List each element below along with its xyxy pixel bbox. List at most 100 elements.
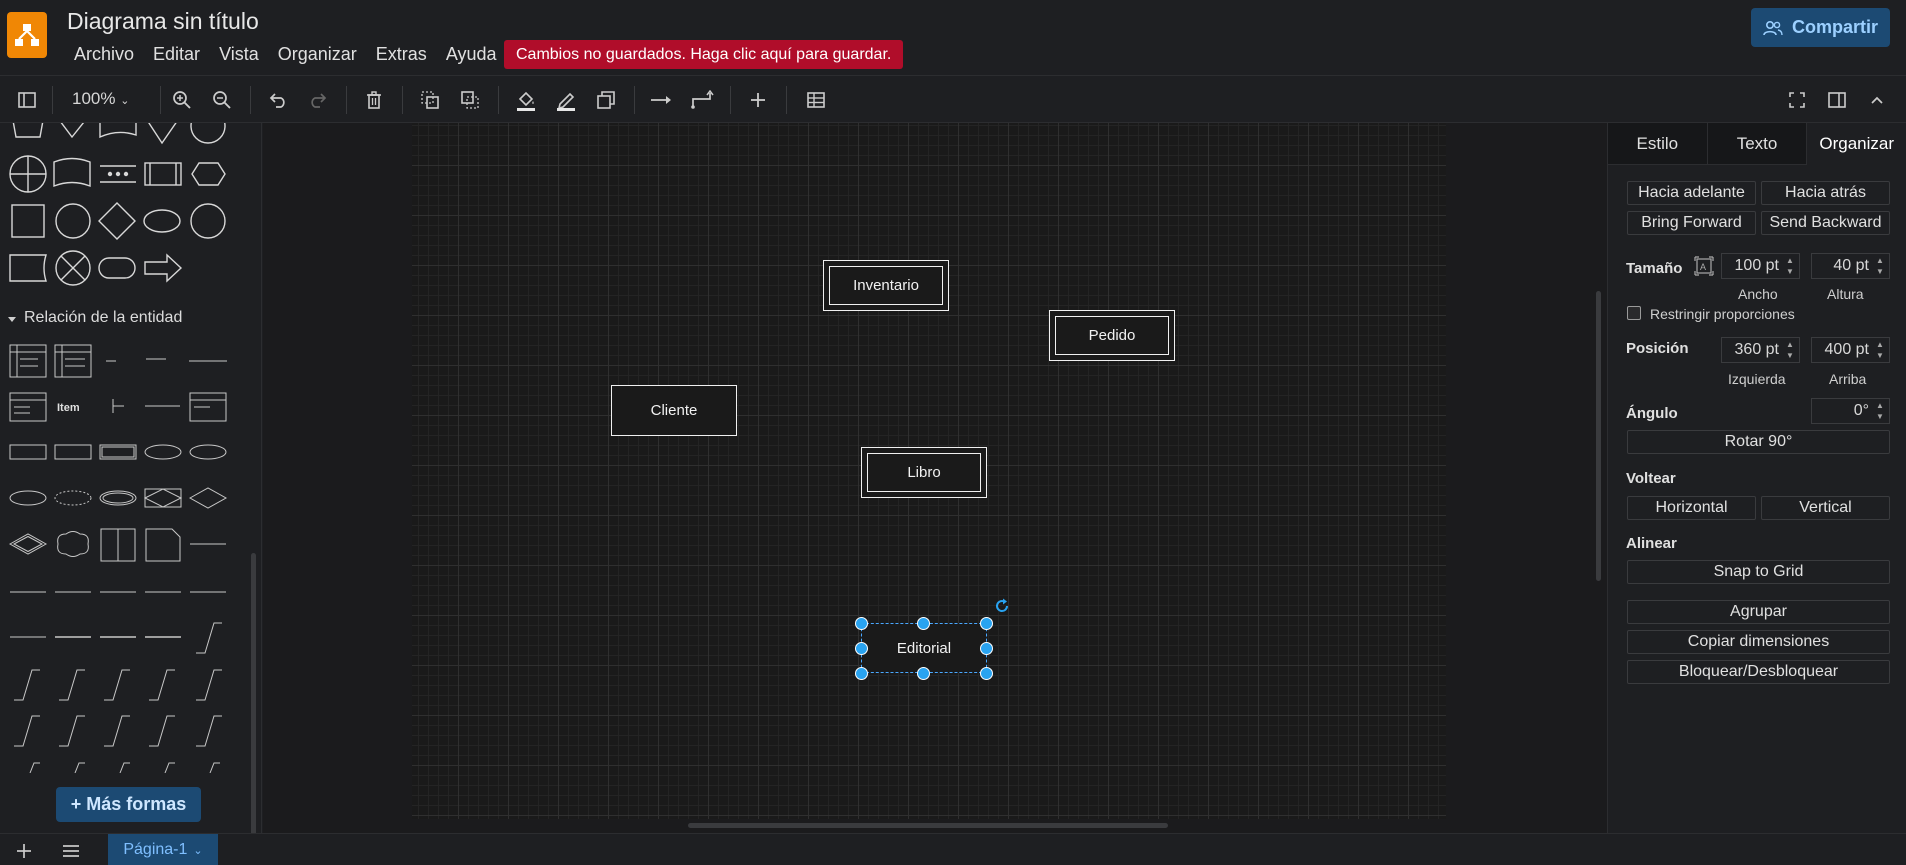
- tab-estilo[interactable]: Estilo: [1608, 123, 1708, 165]
- trapezoid-shape-icon[interactable]: [12, 123, 44, 138]
- rotate-handle-icon[interactable]: [993, 597, 1011, 615]
- table-button[interactable]: [801, 85, 831, 115]
- diamond-shape-icon[interactable]: [98, 202, 136, 240]
- rotate-90-button[interactable]: Rotar 90°: [1627, 430, 1890, 454]
- share-button[interactable]: Compartir: [1751, 8, 1890, 47]
- snap-to-grid-button[interactable]: Snap to Grid: [1627, 560, 1890, 584]
- send-backward-button[interactable]: Send Backward: [1761, 211, 1890, 235]
- menu-editar[interactable]: Editar: [153, 44, 200, 65]
- chevron-down-icon[interactable]: ⌄: [193, 844, 202, 857]
- to-back-button[interactable]: [455, 85, 485, 115]
- connection-style-button[interactable]: [647, 85, 677, 115]
- tab-organizar[interactable]: Organizar: [1807, 123, 1906, 165]
- resize-handle-e[interactable]: [980, 642, 993, 655]
- zoom-in-button[interactable]: [167, 85, 197, 115]
- er-attribute-icon[interactable]: [144, 444, 182, 460]
- flip-horizontal-button[interactable]: Horizontal: [1627, 496, 1756, 520]
- triangle-shape-icon[interactable]: [57, 123, 88, 139]
- er-attribute-icon-2[interactable]: [189, 444, 227, 460]
- er-table-icon[interactable]: [9, 344, 47, 378]
- er-relation-lines[interactable]: [10, 591, 226, 773]
- to-back-panel-button[interactable]: Hacia atrás: [1761, 181, 1890, 205]
- constrain-proportions-checkbox[interactable]: [1627, 306, 1641, 320]
- left-input[interactable]: 360 pt ▲ ▼: [1721, 337, 1800, 363]
- height-input[interactable]: 40 pt ▲ ▼: [1811, 253, 1890, 279]
- sidebar-scrollbar[interactable]: [251, 553, 256, 833]
- drawio-logo[interactable]: [7, 12, 47, 58]
- hexagon-shape-icon[interactable]: [191, 162, 226, 186]
- top-input[interactable]: 400 pt ▲ ▼: [1811, 337, 1890, 363]
- resize-handle-n[interactable]: [917, 617, 930, 630]
- resize-handle-s[interactable]: [917, 667, 930, 680]
- insert-button[interactable]: [743, 85, 773, 115]
- er-attribute-icon-3[interactable]: [9, 490, 47, 506]
- er-note-icon[interactable]: [145, 528, 181, 562]
- er-entity-small-icon[interactable]: [9, 444, 47, 460]
- er-cloud-icon[interactable]: [57, 531, 89, 557]
- er-associative-entity-icon[interactable]: [144, 488, 182, 508]
- document-title[interactable]: Diagrama sin título: [67, 8, 259, 35]
- redo-button[interactable]: [303, 85, 333, 115]
- entity-libro[interactable]: Libro: [861, 447, 987, 498]
- autosize-icon[interactable]: A: [1694, 256, 1714, 276]
- bring-forward-button[interactable]: Bring Forward: [1627, 211, 1756, 235]
- flip-vertical-button[interactable]: Vertical: [1761, 496, 1890, 520]
- arrow-shape-icon[interactable]: [144, 253, 183, 283]
- resize-handle-w[interactable]: [855, 642, 868, 655]
- more-shapes-button[interactable]: + Más formas: [56, 787, 201, 822]
- er-relationship-icon[interactable]: [188, 487, 228, 509]
- circle-shape-icon-3[interactable]: [190, 203, 226, 239]
- format-panel-toggle[interactable]: [12, 85, 42, 115]
- delete-button[interactable]: [359, 85, 389, 115]
- pages-menu-icon[interactable]: [62, 844, 80, 858]
- ellipse-shape-icon[interactable]: [143, 209, 181, 233]
- copy-size-button[interactable]: Copiar dimensiones: [1627, 630, 1890, 654]
- diagram-page[interactable]: Inventario Pedido Cliente Libro Editoria…: [412, 123, 1446, 819]
- unsaved-changes-banner[interactable]: Cambios no guardados. Haga clic aquí par…: [504, 40, 904, 69]
- menu-ayuda[interactable]: Ayuda: [446, 44, 497, 65]
- merge-shape-icon[interactable]: [145, 123, 180, 145]
- stored-data-shape-icon[interactable]: [9, 254, 47, 282]
- top-stepper-arrows[interactable]: ▲ ▼: [1873, 339, 1887, 361]
- waypoints-button[interactable]: [687, 85, 717, 115]
- left-stepper-arrows[interactable]: ▲ ▼: [1783, 339, 1797, 361]
- angle-input[interactable]: 0° ▲ ▼: [1811, 398, 1890, 424]
- width-stepper-arrows[interactable]: ▲ ▼: [1783, 255, 1797, 277]
- resize-handle-ne[interactable]: [980, 617, 993, 630]
- terminator-shape-icon[interactable]: [98, 257, 136, 279]
- menu-archivo[interactable]: Archivo: [74, 44, 134, 65]
- add-page-icon[interactable]: [16, 843, 32, 859]
- fill-color-button[interactable]: [511, 85, 541, 115]
- document-shape-icon[interactable]: [99, 123, 137, 139]
- entity-cliente[interactable]: Cliente: [611, 385, 737, 436]
- collapse-toolbar-button[interactable]: [1862, 85, 1892, 115]
- menu-organizar[interactable]: Organizar: [278, 44, 357, 65]
- circle-shape-icon[interactable]: [190, 123, 226, 144]
- format-toggle-button[interactable]: [1822, 85, 1852, 115]
- canvas-vertical-scrollbar[interactable]: [1596, 291, 1601, 581]
- square-shape-icon[interactable]: [11, 204, 45, 238]
- tape-shape-icon[interactable]: [53, 157, 91, 188]
- resize-handle-nw[interactable]: [855, 617, 868, 630]
- resize-handle-se[interactable]: [980, 667, 993, 680]
- canvas-horizontal-scrollbar[interactable]: [688, 823, 1168, 828]
- fullscreen-button[interactable]: [1782, 85, 1812, 115]
- width-input[interactable]: 100 pt ▲ ▼: [1721, 253, 1800, 279]
- zoom-out-button[interactable]: [207, 85, 237, 115]
- page-tab-1[interactable]: Página-1 ⌄: [108, 834, 218, 865]
- undo-button[interactable]: [263, 85, 293, 115]
- menu-vista[interactable]: Vista: [219, 44, 259, 65]
- to-front-button[interactable]: [415, 85, 445, 115]
- shadow-button[interactable]: [591, 85, 621, 115]
- circle-shape-icon-2[interactable]: [55, 203, 91, 239]
- resize-handle-sw[interactable]: [855, 667, 868, 680]
- section-title-er[interactable]: Relación de la entidad: [24, 309, 182, 327]
- lock-unlock-button[interactable]: Bloquear/Desbloquear: [1627, 660, 1890, 684]
- er-item-label[interactable]: Item: [57, 402, 80, 414]
- menu-extras[interactable]: Extras: [376, 44, 427, 65]
- line-color-button[interactable]: [551, 85, 581, 115]
- er-table-icon-2[interactable]: [54, 344, 92, 378]
- entity-pedido[interactable]: Pedido: [1049, 310, 1175, 361]
- entity-inventario[interactable]: Inventario: [823, 260, 949, 311]
- diagram-canvas[interactable]: Inventario Pedido Cliente Libro Editoria…: [263, 123, 1607, 833]
